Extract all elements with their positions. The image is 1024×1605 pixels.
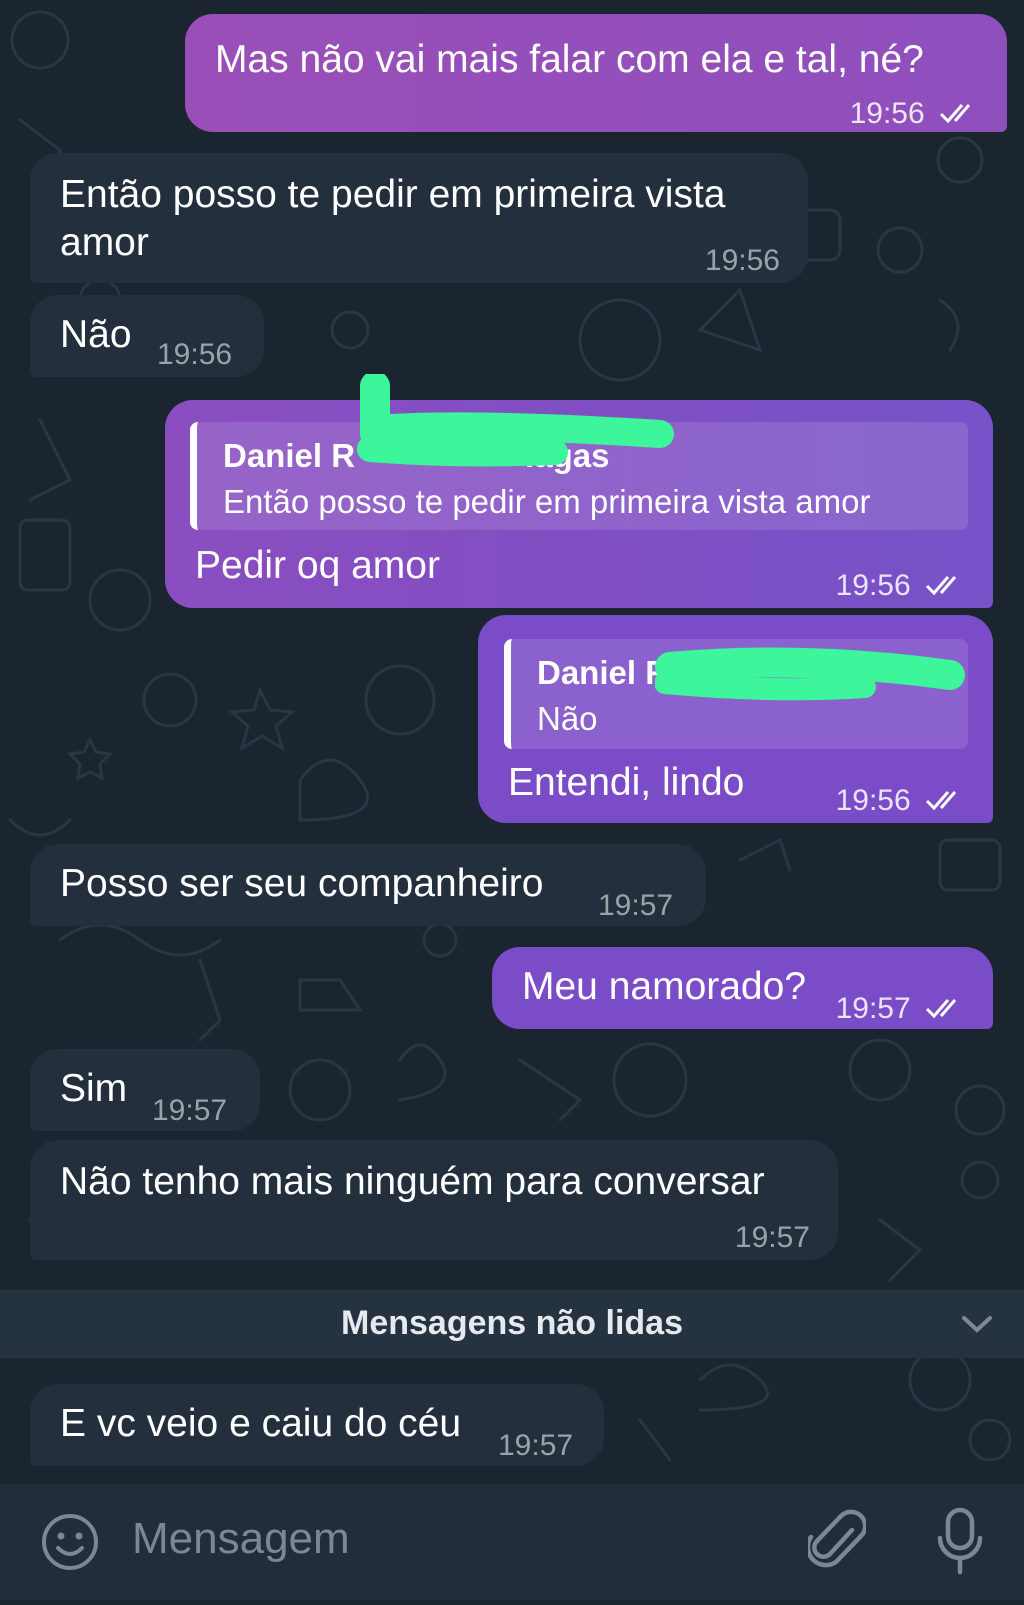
message-text-line2: amor	[60, 221, 149, 264]
message-time: 19:56	[704, 244, 780, 277]
message-text: Meu namorado?	[522, 965, 807, 1008]
message-time: 19:56	[836, 562, 967, 610]
message-bubble-incoming[interactable]: Não 19:56	[30, 295, 264, 377]
message-text: Posso ser seu companheiro	[60, 862, 544, 905]
message-bubble-incoming[interactable]: Não tenho mais ninguém para conversar 19…	[30, 1140, 838, 1260]
message-composer: Mensagem	[0, 1484, 1024, 1600]
redaction-scribble	[655, 647, 965, 701]
unread-messages-label: Mensagens não lidas	[341, 1304, 683, 1342]
message-bubble-incoming[interactable]: E vc veio e caiu do céu 19:57	[30, 1384, 604, 1466]
double-check-icon	[925, 791, 957, 811]
message-time-value: 19:56	[849, 97, 925, 130]
message-text: Sim	[60, 1067, 128, 1110]
message-time: 19:57	[734, 1221, 810, 1254]
attach-icon[interactable]	[808, 1508, 866, 1574]
message-bubble-outgoing[interactable]: Meu namorado? 19:57	[492, 947, 993, 1029]
message-time-value: 19:56	[835, 569, 911, 602]
double-check-icon	[925, 576, 957, 596]
message-time: 19:57	[598, 889, 674, 922]
message-time: 19:56	[836, 777, 967, 825]
double-check-icon	[925, 999, 957, 1019]
message-bubble-outgoing[interactable]: Mas não vai mais falar com ela e tal, né…	[185, 14, 1007, 132]
reply-text: Então posso te pedir em primeira vista a…	[223, 483, 871, 520]
reply-author-name: Daniel R	[223, 437, 356, 474]
message-text: Mas não vai mais falar com ela e tal, né…	[215, 38, 924, 81]
microphone-icon[interactable]	[935, 1506, 985, 1576]
reply-text: Não	[537, 700, 598, 737]
reply-author-name: Daniel R	[537, 654, 670, 691]
message-bubble-incoming[interactable]: Então posso te pedir em primeira vista a…	[30, 153, 808, 283]
message-bubble-incoming[interactable]: Sim 19:57	[30, 1049, 260, 1131]
message-text: Pedir oq amor	[195, 544, 440, 587]
message-time: 19:56	[157, 338, 233, 371]
message-time: 19:57	[152, 1094, 228, 1127]
message-input[interactable]: Mensagem	[132, 1514, 350, 1564]
message-time: 19:57	[498, 1429, 574, 1462]
message-text: Não tenho mais ninguém para conversar	[60, 1160, 765, 1203]
message-text-line1: Então posso te pedir em primeira vista	[60, 173, 726, 216]
message-bubble-incoming[interactable]: Posso ser seu companheiro 19:57	[30, 844, 706, 926]
unread-messages-divider: Mensagens não lidas	[0, 1290, 1024, 1358]
chevron-down-icon[interactable]	[960, 1310, 994, 1336]
message-text: Não	[60, 313, 132, 356]
message-time: 19:56	[850, 90, 981, 138]
message-time: 19:57	[836, 985, 967, 1033]
message-time-value: 19:57	[835, 992, 911, 1025]
emoji-icon[interactable]	[40, 1512, 100, 1572]
message-text: Entendi, lindo	[508, 761, 745, 804]
message-time-value: 19:56	[835, 784, 911, 817]
double-check-icon	[939, 104, 971, 124]
redaction-scribble	[357, 374, 674, 467]
message-text: E vc veio e caiu do céu	[60, 1402, 462, 1445]
